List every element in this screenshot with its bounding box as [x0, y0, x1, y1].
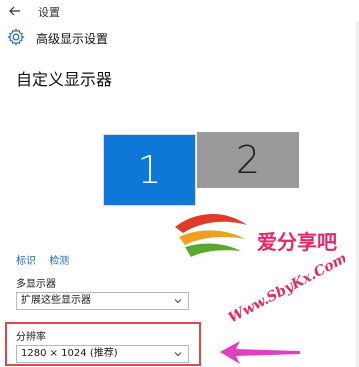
resolution-value: 1280 × 1024 (推荐)	[21, 348, 118, 359]
settings-header: 高级显示设置	[0, 26, 359, 50]
resolution-label: 分辨率	[16, 332, 46, 343]
monitor-arrangement: 1 2	[103, 130, 299, 206]
chevron-down-icon	[174, 299, 182, 304]
monitor-1-tile[interactable]: 1	[103, 134, 196, 206]
svg-text:爱分享吧: 爱分享吧	[257, 230, 337, 254]
detect-link[interactable]: 检测	[49, 256, 69, 267]
monitor-2-tile[interactable]: 2	[197, 132, 299, 188]
gear-icon	[7, 28, 25, 46]
svg-text:Www.SbyKx.Com: Www.SbyKx.Com	[226, 250, 345, 326]
multi-display-value: 扩展这些显示器	[21, 295, 91, 306]
display-links: 标识 检测	[16, 252, 79, 267]
multi-display-label: 多显示器	[16, 279, 56, 290]
pointer-arrow-icon	[220, 341, 300, 364]
window-title: 设置	[38, 6, 60, 19]
chevron-down-icon	[174, 352, 182, 357]
back-arrow-icon[interactable]	[8, 4, 22, 18]
page-title: 自定义显示器	[16, 70, 113, 89]
header-title: 高级显示设置	[36, 32, 109, 46]
identify-link[interactable]: 标识	[16, 256, 36, 267]
title-bar: 设置	[0, 0, 359, 22]
multi-display-dropdown[interactable]: 扩展这些显示器	[16, 292, 189, 310]
resolution-dropdown[interactable]: 1280 × 1024 (推荐)	[16, 345, 189, 363]
